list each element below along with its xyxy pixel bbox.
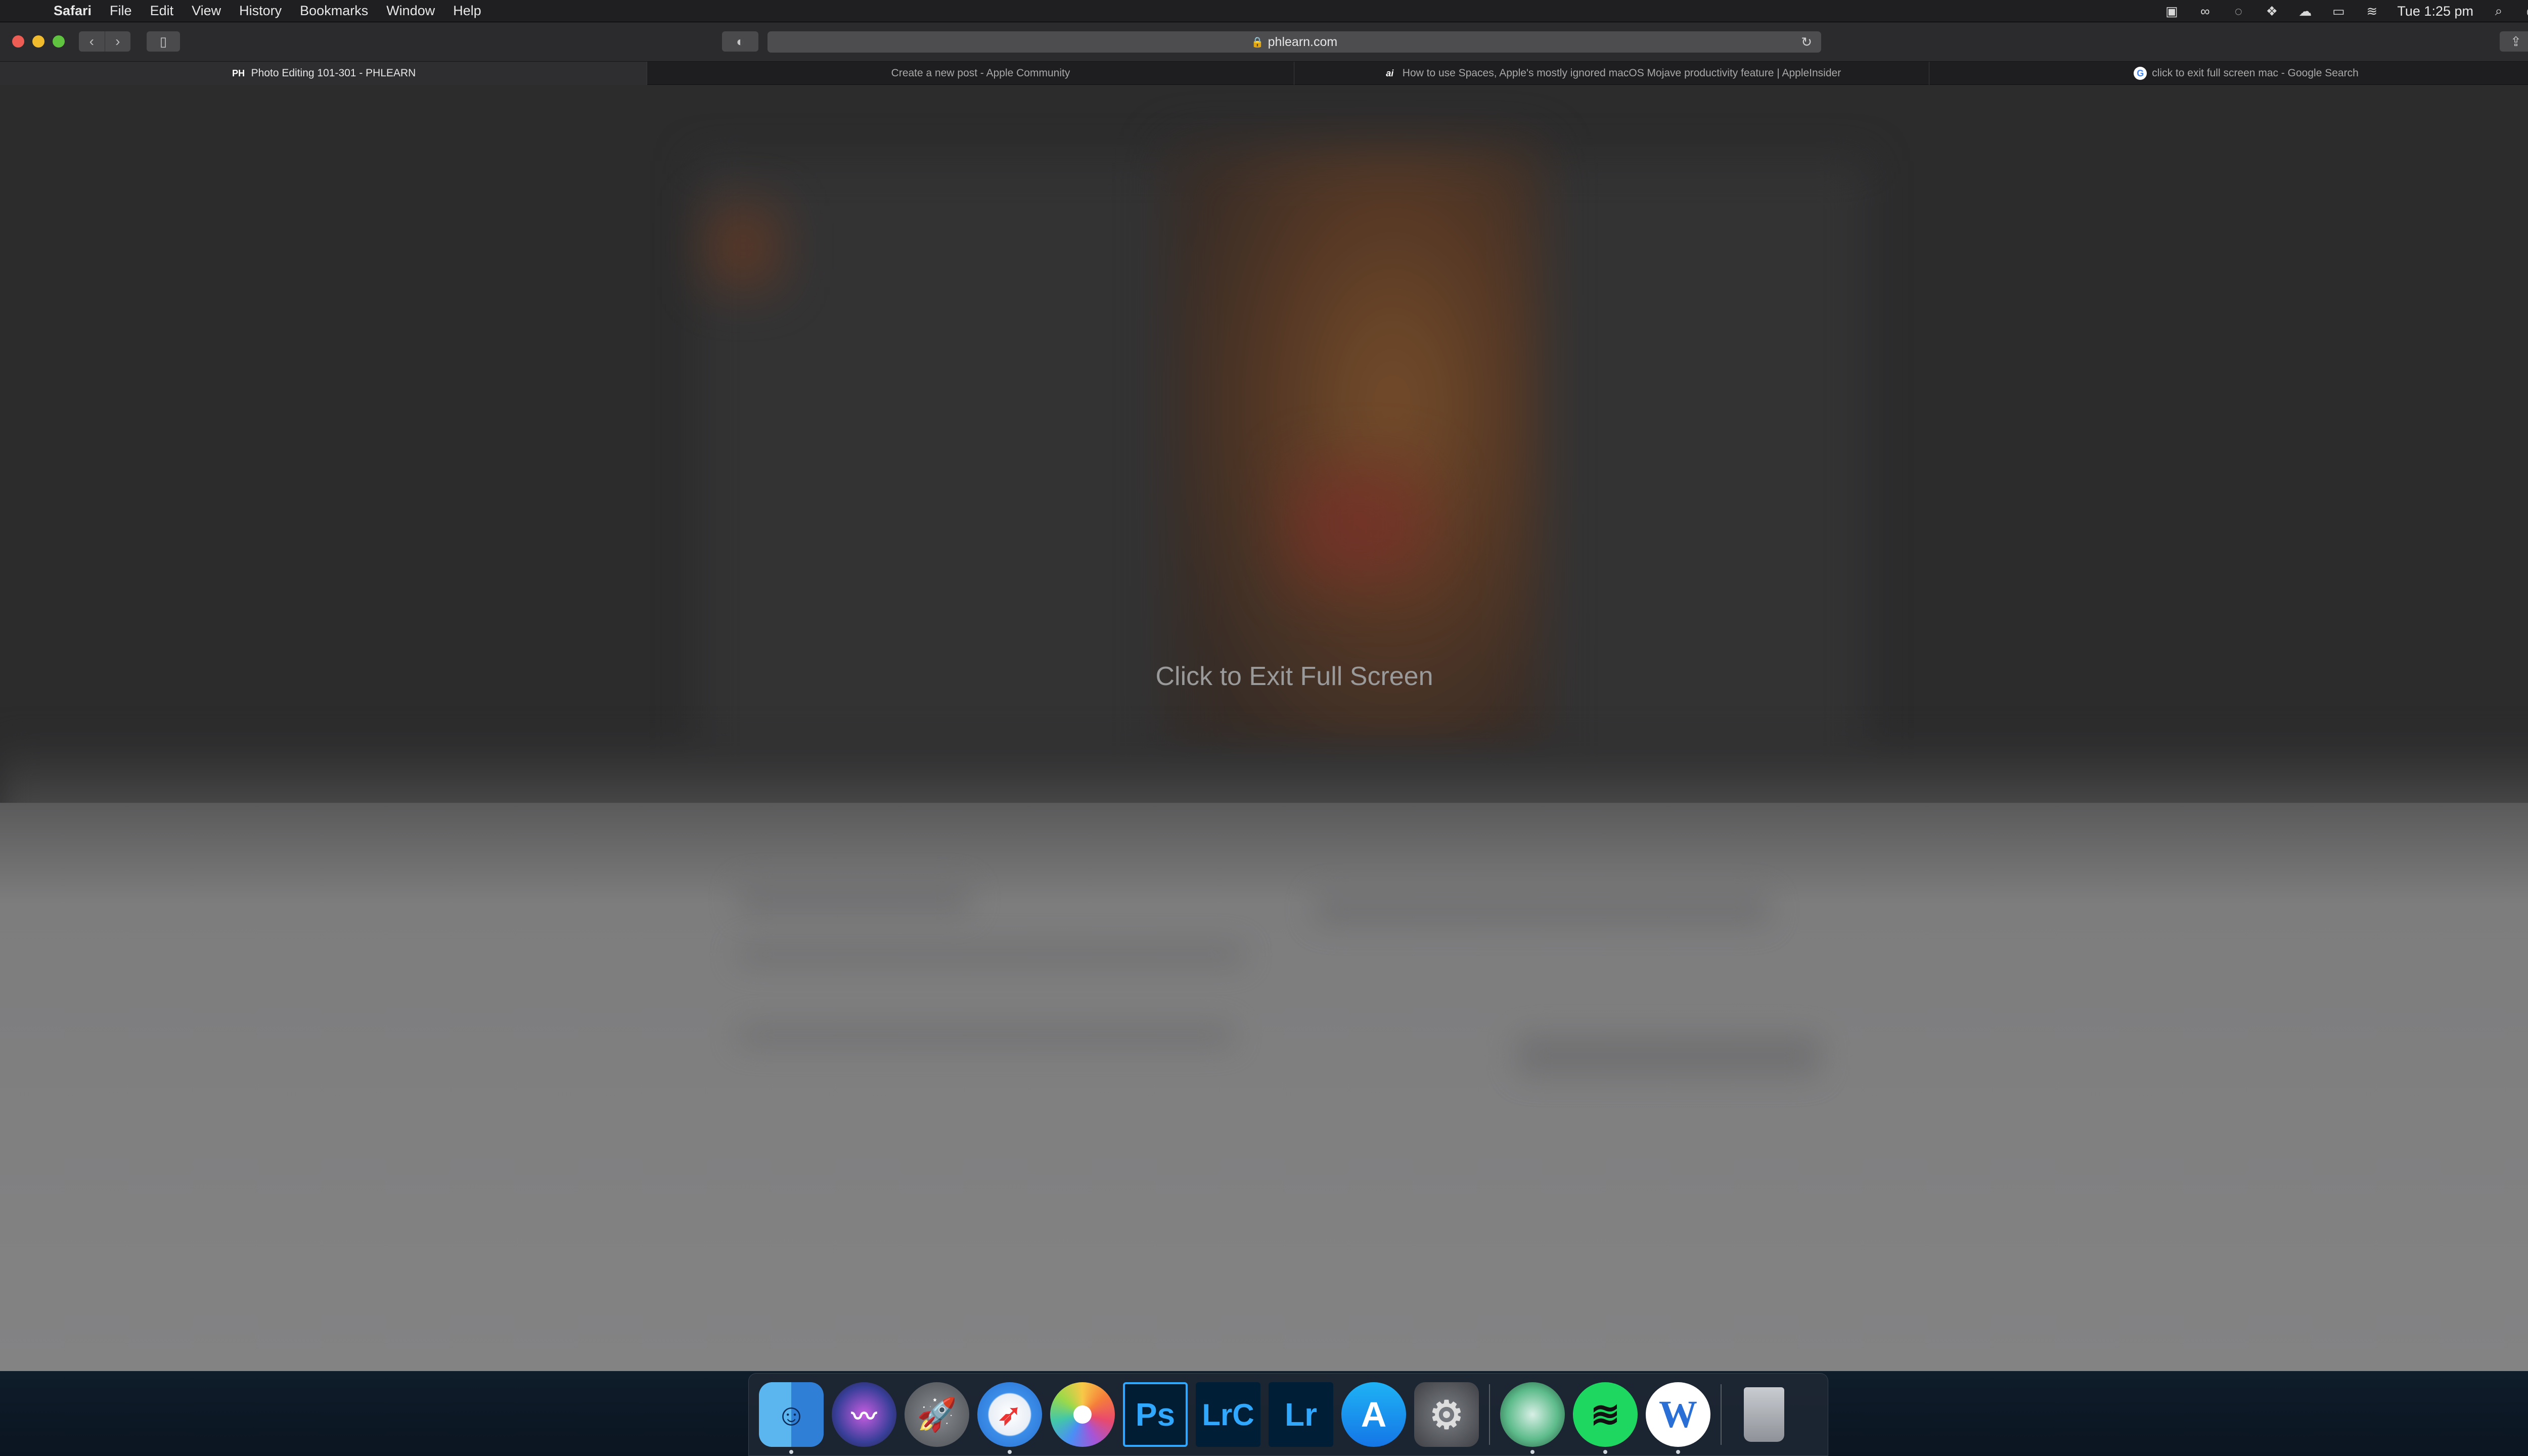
tab-phlearn[interactable]: PH Photo Editing 101-301 - PHLEARN xyxy=(0,62,647,85)
sidebar-toggle-icon[interactable]: ▯ xyxy=(147,31,180,52)
menu-app-name[interactable]: Safari xyxy=(54,3,92,19)
spotlight-search-icon[interactable]: ⌕ xyxy=(2491,3,2507,18)
siri-icon[interactable]: ◉ xyxy=(2524,4,2528,19)
blurred-text-line xyxy=(738,1025,1234,1045)
exit-full-screen-message[interactable]: Click to Exit Full Screen xyxy=(0,661,2528,692)
address-bar[interactable]: 🔒 phlearn.com ↻ xyxy=(768,31,1821,53)
apple-menu-icon[interactable] xyxy=(19,3,36,20)
finder-icon[interactable]: ☺ xyxy=(759,1382,824,1454)
tab-title: How to use Spaces, Apple's mostly ignore… xyxy=(1402,67,1841,79)
menu-bookmarks[interactable]: Bookmarks xyxy=(300,3,368,19)
status-area: ▣ ∞ ◌ ❖ ☁ ▭ ≋ Tue 1:25 pm ⌕ ◉ ☰ xyxy=(2163,0,2528,22)
menu-window[interactable]: Window xyxy=(386,3,435,19)
dock: ☺ 〰 🚀 ➶ Ps LrC Lr A ⚙ ≋ W xyxy=(748,1373,1828,1456)
launchpad-icon[interactable]: 🚀 xyxy=(905,1382,969,1447)
reload-icon[interactable]: ↻ xyxy=(1801,34,1812,50)
wunderlist-icon[interactable]: W xyxy=(1646,1382,1710,1454)
trash-icon[interactable] xyxy=(1732,1382,1796,1447)
tab-google-search[interactable]: G click to exit full screen mac - Google… xyxy=(1929,62,2528,85)
close-window-button[interactable] xyxy=(12,35,24,48)
dropbox-icon[interactable]: ❖ xyxy=(2264,4,2280,19)
tab-apple-community[interactable]: Create a new post - Apple Community xyxy=(647,62,1294,85)
wifi-icon[interactable]: ≋ xyxy=(2364,4,2380,19)
browser-toolbar: ‹ › ▯ ◐ 🔒 phlearn.com ↻ ⇪ ⧉ xyxy=(0,22,2528,62)
share-icon[interactable]: ⇪ xyxy=(2500,31,2528,52)
apple-favicon-icon xyxy=(871,68,886,79)
menu-history[interactable]: History xyxy=(239,3,282,19)
menu-view[interactable]: View xyxy=(192,3,221,19)
screen-sharing-icon[interactable]: ▣ xyxy=(2163,4,2180,19)
sync-icon[interactable]: ◌ xyxy=(2230,4,2246,19)
airplay-icon[interactable]: ▭ xyxy=(2330,4,2346,19)
tab-title: click to exit full screen mac - Google S… xyxy=(2152,67,2359,79)
menu-clock[interactable]: Tue 1:25 pm xyxy=(2397,4,2473,19)
creative-cloud-icon[interactable]: ∞ xyxy=(2197,4,2213,19)
photos-icon[interactable] xyxy=(1050,1382,1115,1447)
tab-title: Photo Editing 101-301 - PHLEARN xyxy=(251,67,416,79)
url-text: phlearn.com xyxy=(1268,34,1338,49)
menu-file[interactable]: File xyxy=(110,3,132,19)
appleinsider-favicon-icon: ai xyxy=(1386,68,1394,78)
spotify-icon[interactable]: ≋ xyxy=(1573,1382,1638,1454)
forward-arrow-icon[interactable]: › xyxy=(105,31,131,52)
dock-separator xyxy=(1721,1384,1722,1445)
app-store-icon[interactable]: A xyxy=(1341,1382,1406,1447)
lightroom-classic-icon[interactable]: LrC xyxy=(1196,1382,1260,1447)
google-favicon-icon: G xyxy=(2134,67,2147,80)
tab-title: Create a new post - Apple Community xyxy=(891,67,1070,79)
blurred-logo xyxy=(708,206,779,287)
camo-icon[interactable] xyxy=(1500,1382,1565,1454)
page-lower-area xyxy=(0,803,2528,1371)
web-content-overlay[interactable]: Click to Exit Full Screen xyxy=(0,85,2528,1371)
system-preferences-icon[interactable]: ⚙ xyxy=(1414,1382,1479,1447)
blurred-heading xyxy=(738,884,971,914)
safari-app-icon[interactable]: ➶ xyxy=(977,1382,1042,1454)
reader-privacy-icon[interactable]: ◐ xyxy=(722,31,758,52)
lightroom-icon[interactable]: Lr xyxy=(1269,1382,1333,1447)
menu-help[interactable]: Help xyxy=(453,3,481,19)
back-arrow-icon[interactable]: ‹ xyxy=(79,31,105,52)
dock-separator xyxy=(1489,1384,1490,1445)
blurred-text-line xyxy=(738,944,1244,965)
fullscreen-window-button[interactable] xyxy=(53,35,65,48)
menu-bar: Safari File Edit View History Bookmarks … xyxy=(0,0,2528,22)
lock-icon: 🔒 xyxy=(1251,36,1264,48)
phlearn-favicon-icon: PH xyxy=(232,68,245,78)
blurred-heading xyxy=(1315,894,1770,924)
photoshop-icon[interactable]: Ps xyxy=(1123,1382,1188,1447)
blurred-image-detail xyxy=(1294,469,1426,580)
siri-app-icon[interactable]: 〰 xyxy=(832,1382,896,1447)
menu-edit[interactable]: Edit xyxy=(150,3,174,19)
minimize-window-button[interactable] xyxy=(32,35,44,48)
tab-appleinsider[interactable]: ai How to use Spaces, Apple's mostly ign… xyxy=(1294,62,1929,85)
blurred-text-line xyxy=(1517,1035,1820,1076)
navigation-buttons: ‹ › xyxy=(79,31,130,52)
tab-bar: PH Photo Editing 101-301 - PHLEARN Creat… xyxy=(0,62,2528,85)
cloud-icon[interactable]: ☁ xyxy=(2297,4,2313,19)
